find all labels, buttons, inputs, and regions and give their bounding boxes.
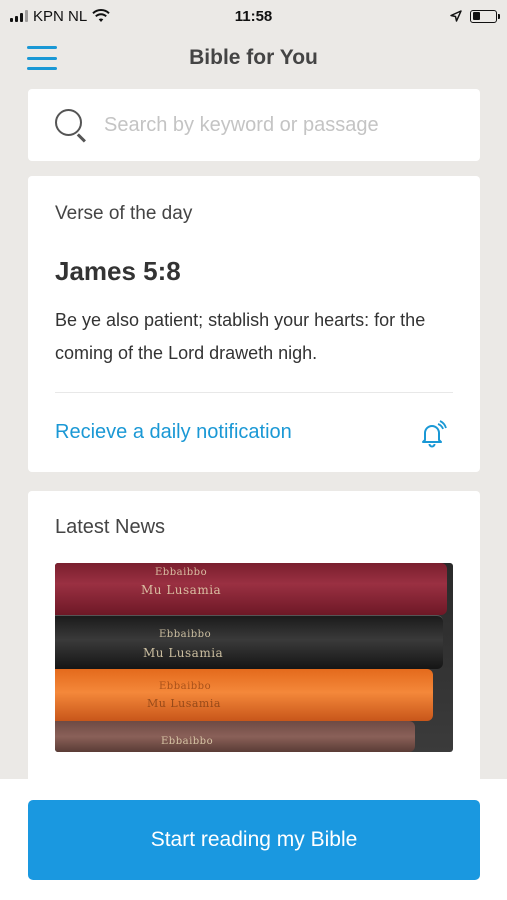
status-right — [450, 9, 500, 23]
signal-icon — [10, 10, 28, 22]
latest-news-card: Latest News Ebbaibbo Mu Lusamia Ebbaibbo… — [28, 491, 480, 791]
book-subtitle-text: Mu Lusamia — [143, 646, 224, 660]
status-bar: KPN NL 11:58 — [0, 0, 507, 32]
verse-section-label: Verse of the day — [55, 203, 193, 224]
start-reading-button[interactable]: Start reading my Bible — [28, 800, 480, 880]
book-title-text: Ebbaibbo — [159, 629, 212, 640]
bible-book-black — [55, 615, 443, 669]
book-title-text: Ebbaibbo — [159, 681, 212, 692]
book-title-text: Ebbaibbo — [155, 567, 208, 578]
bible-book-brown — [55, 721, 415, 752]
bell-ringing-icon[interactable] — [417, 419, 447, 449]
divider — [55, 392, 453, 393]
bible-book-red — [55, 563, 447, 615]
daily-notification-link[interactable]: Recieve a daily notification — [55, 421, 292, 444]
carrier-name: KPN NL — [33, 7, 88, 25]
news-image-bibles[interactable]: Ebbaibbo Mu Lusamia Ebbaibbo Mu Lusamia … — [55, 563, 453, 752]
book-subtitle-text: Mu Lusamia — [141, 583, 222, 597]
battery-icon — [470, 9, 500, 23]
book-subtitle-text: Mu Lusamia — [147, 697, 221, 710]
status-left: KPN NL — [10, 8, 110, 25]
wifi-icon — [92, 9, 110, 22]
app-header: Bible for You — [0, 36, 507, 82]
book-title-text: Ebbaibbo — [161, 736, 214, 747]
news-section-label: Latest News — [55, 516, 166, 538]
search-icon — [54, 108, 88, 143]
search-input[interactable] — [104, 113, 464, 137]
bible-book-orange — [55, 669, 433, 721]
verse-reference: James 5:8 — [55, 256, 181, 286]
verse-of-the-day-card: Verse of the day James 5:8 Be ye also pa… — [28, 176, 480, 472]
search-card — [28, 89, 480, 161]
location-arrow-icon — [450, 10, 462, 22]
page-title: Bible for You — [189, 46, 318, 69]
bottom-action-bar: Start reading my Bible — [0, 779, 507, 900]
verse-text: Be ye also patient; stablish your hearts… — [55, 310, 426, 363]
